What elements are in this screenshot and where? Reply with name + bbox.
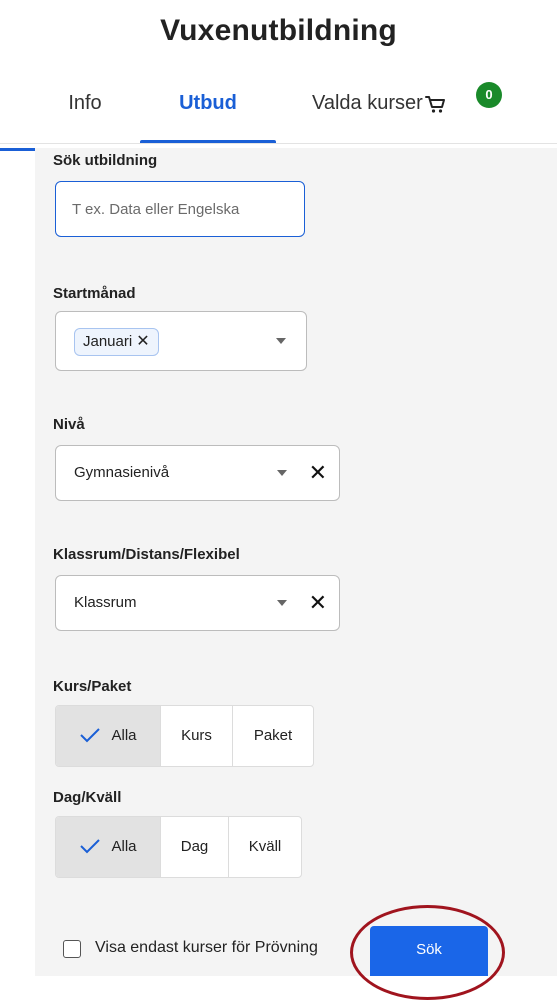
app-title: Vuxenutbildning: [160, 14, 397, 47]
dag-kvall-alla[interactable]: Alla: [56, 817, 161, 877]
kurs-paket-label: Kurs/Paket: [53, 678, 132, 695]
kurs-paket-kurs[interactable]: Kurs: [161, 706, 233, 766]
niva-clear-icon[interactable]: ✕: [309, 446, 327, 500]
startmanad-label: Startmånad: [53, 285, 136, 302]
tab-info[interactable]: Info: [50, 88, 120, 144]
dag-kvall-dag[interactable]: Dag: [161, 817, 229, 877]
tab-valda-kurser-label: Valda kurser: [312, 92, 423, 114]
startmanad-chip: Januari ✕: [74, 328, 159, 356]
provning-checkbox[interactable]: [63, 940, 81, 958]
kurs-paket-alla-label: Alla: [111, 727, 137, 744]
search-button[interactable]: Sök: [370, 926, 488, 976]
check-icon: [80, 727, 101, 742]
kurs-paket-paket[interactable]: Paket: [233, 706, 313, 766]
kurs-paket-alla[interactable]: Alla: [56, 706, 161, 766]
dag-kvall-kvall[interactable]: Kväll: [229, 817, 301, 877]
dag-kvall-alla-label: Alla: [111, 838, 137, 855]
dag-kvall-toggle: Alla Dag Kväll: [55, 816, 302, 878]
klassrum-value: Klassrum: [74, 594, 137, 611]
startmanad-chip-label: Januari: [83, 333, 133, 350]
tab-bar: Info Utbud Valda kurser 0: [0, 82, 557, 148]
niva-label: Nivå: [53, 416, 85, 433]
startmanad-select[interactable]: Januari ✕: [55, 311, 307, 371]
provning-label: Visa endast kurser för Prövning: [95, 939, 318, 956]
chip-remove-icon[interactable]: ✕: [136, 333, 149, 350]
niva-value: Gymnasienivå: [74, 464, 170, 481]
search-input[interactable]: [55, 181, 305, 237]
caret-down-icon: [276, 338, 286, 344]
klassrum-label: Klassrum/Distans/Flexibel: [53, 546, 240, 563]
tab-utbud[interactable]: Utbud: [140, 88, 276, 144]
niva-select[interactable]: Gymnasienivå ✕: [55, 445, 340, 501]
kurs-paket-toggle: Alla Kurs Paket: [55, 705, 314, 767]
caret-down-icon: [277, 600, 287, 606]
search-label: Sök utbildning: [53, 152, 158, 169]
tabs-divider: [0, 143, 557, 144]
tab-valda-kurser[interactable]: Valda kurser 0: [312, 82, 512, 144]
cart-icon: [424, 95, 445, 113]
caret-down-icon: [277, 470, 287, 476]
cart-count-badge: 0: [476, 82, 502, 108]
dag-kvall-label: Dag/Kväll: [53, 789, 122, 806]
check-icon: [80, 838, 101, 853]
klassrum-clear-icon[interactable]: ✕: [309, 576, 327, 630]
klassrum-select[interactable]: Klassrum ✕: [55, 575, 340, 631]
